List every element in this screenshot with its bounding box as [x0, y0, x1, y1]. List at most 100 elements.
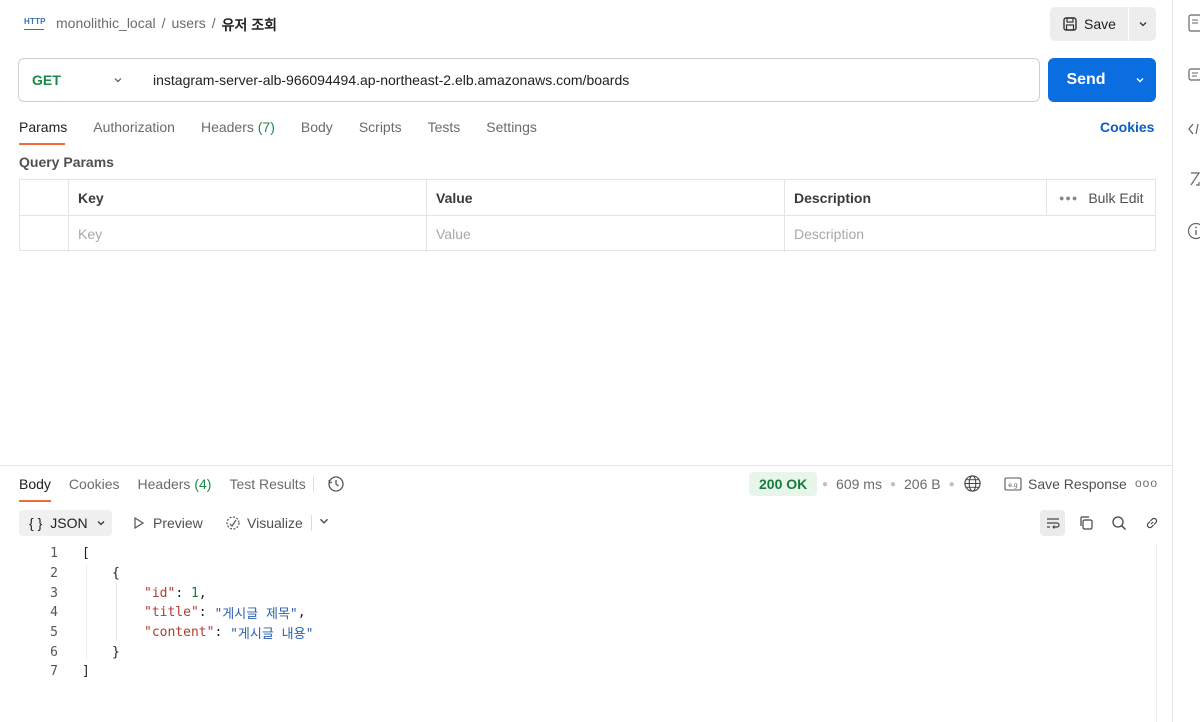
save-options-button[interactable] [1128, 7, 1156, 41]
more-options-icon[interactable]: ooo [1135, 476, 1158, 490]
save-button[interactable]: Save [1050, 7, 1128, 41]
code-icon[interactable] [1186, 122, 1200, 136]
breadcrumb-separator: / [211, 15, 216, 31]
query-params-title: Query Params [19, 154, 114, 170]
save-response-icon: e.g [1004, 477, 1022, 491]
cookies-link[interactable]: Cookies [1100, 119, 1154, 135]
save-button-group: Save [1050, 7, 1156, 41]
chevron-down-icon [1136, 78, 1144, 83]
tab-test-results[interactable]: Test Results [229, 476, 305, 492]
right-rail-divider [1172, 0, 1173, 722]
param-key-input[interactable]: Key [69, 216, 427, 252]
visualize-icon [226, 516, 240, 530]
related-icon[interactable] [1186, 170, 1200, 188]
visualize-button[interactable]: Visualize [225, 515, 303, 531]
pane-divider[interactable] [0, 465, 1172, 466]
tab-params[interactable]: Params [19, 119, 67, 135]
column-header-description: Description [785, 180, 1047, 215]
chevron-down-icon[interactable] [318, 515, 330, 527]
visualize-label: Visualize [247, 515, 303, 531]
breadcrumb-collection[interactable]: monolithic_local [56, 15, 156, 35]
code-token: [ [82, 546, 90, 562]
line-number: 2 [50, 566, 58, 582]
method-label: GET [32, 72, 61, 88]
line-number: 6 [50, 644, 58, 660]
response-format-select[interactable]: { } JSON [19, 510, 112, 536]
tab-response-headers[interactable]: Headers (4) [138, 476, 212, 492]
dot-separator: ● [889, 478, 897, 490]
document-icon[interactable] [1186, 14, 1200, 32]
breadcrumb-request-name[interactable]: 유저 조회 [222, 15, 277, 35]
globe-icon[interactable] [963, 474, 982, 493]
dot-separator: ● [948, 478, 955, 490]
table-cell [20, 180, 69, 215]
param-value-input[interactable]: Value [427, 216, 785, 252]
code-line: 6} [36, 642, 313, 662]
code-line: 4 "title": "게시글 제목", [36, 603, 313, 623]
copy-button[interactable] [1073, 510, 1098, 536]
status-badge[interactable]: 200 OK [749, 472, 818, 496]
tab-response-body[interactable]: Body [19, 476, 51, 492]
send-button-group: Send [1048, 58, 1156, 102]
line-number: 7 [50, 664, 58, 680]
table-row: Key Value Description [20, 216, 1155, 252]
send-button[interactable]: Send [1048, 71, 1124, 89]
breadcrumb-separator: / [161, 15, 166, 31]
search-icon [1111, 516, 1126, 530]
tab-body[interactable]: Body [301, 119, 333, 135]
json-key: "content" [144, 625, 215, 641]
json-value: "게시글 제목" [214, 607, 298, 623]
code-line: 2{ [36, 564, 313, 584]
wrap-lines-button[interactable] [1040, 510, 1065, 536]
table-cell [20, 216, 69, 252]
tab-headers[interactable]: Headers (7) [201, 119, 275, 135]
tab-response-cookies[interactable]: Cookies [69, 476, 120, 492]
response-body-code[interactable]: 1[ 2{ 3 "id": 1, 4 "title": "게시글 제목", 5 "co… [36, 544, 313, 682]
response-tabs: Body Cookies Headers (4) Test Results [19, 476, 324, 492]
breadcrumb-folder[interactable]: users [172, 15, 206, 35]
preview-button[interactable]: Preview [133, 515, 203, 531]
save-response-label: Save Response [1028, 476, 1127, 492]
tab-response-headers-label: Headers [137, 476, 191, 492]
json-key: "title" [144, 605, 199, 621]
param-description-input[interactable]: Description [785, 216, 1155, 252]
tab-response-headers-count: (4) [194, 476, 212, 492]
tab-settings[interactable]: Settings [486, 119, 537, 135]
code-line: 7] [36, 662, 313, 682]
link-icon [1146, 517, 1157, 529]
wrap-lines-icon [1046, 518, 1060, 529]
tab-headers-count: (7) [257, 119, 275, 135]
json-key: "id" [144, 585, 176, 601]
response-size[interactable]: 206 B [904, 476, 941, 492]
chevron-down-icon [1139, 22, 1146, 27]
braces-icon: { } [29, 515, 43, 531]
query-params-table: Key Value Description ●●● Bulk Edit Key … [19, 179, 1156, 252]
tab-authorization[interactable]: Authorization [93, 119, 175, 135]
info-icon[interactable] [1186, 222, 1200, 240]
save-response-button[interactable]: e.g Save Response [1004, 476, 1127, 492]
link-button[interactable] [1139, 510, 1164, 536]
preview-label: Preview [153, 515, 203, 531]
search-button[interactable] [1106, 510, 1131, 536]
response-time[interactable]: 609 ms [836, 476, 882, 492]
line-number: 4 [50, 605, 58, 621]
code-token: } [112, 644, 120, 660]
tab-tests[interactable]: Tests [428, 119, 461, 135]
line-number: 1 [50, 546, 58, 562]
history-icon[interactable] [326, 474, 346, 494]
chevron-down-icon [114, 78, 122, 83]
divider [313, 476, 314, 492]
send-options-button[interactable] [1124, 58, 1156, 102]
chevron-down-icon [97, 521, 105, 526]
code-line: 3 "id": 1, [36, 583, 313, 603]
line-number: 5 [50, 625, 58, 641]
tab-scripts[interactable]: Scripts [359, 119, 402, 135]
scrollbar-track[interactable] [1156, 544, 1157, 722]
comments-icon[interactable] [1186, 68, 1200, 84]
method-select[interactable]: GET [19, 59, 137, 101]
active-tab-indicator [19, 143, 65, 145]
save-label: Save [1084, 16, 1116, 32]
response-tools [1040, 510, 1164, 536]
url-input[interactable] [137, 59, 1017, 101]
bulk-edit-button[interactable]: ●●● Bulk Edit [1047, 180, 1155, 215]
